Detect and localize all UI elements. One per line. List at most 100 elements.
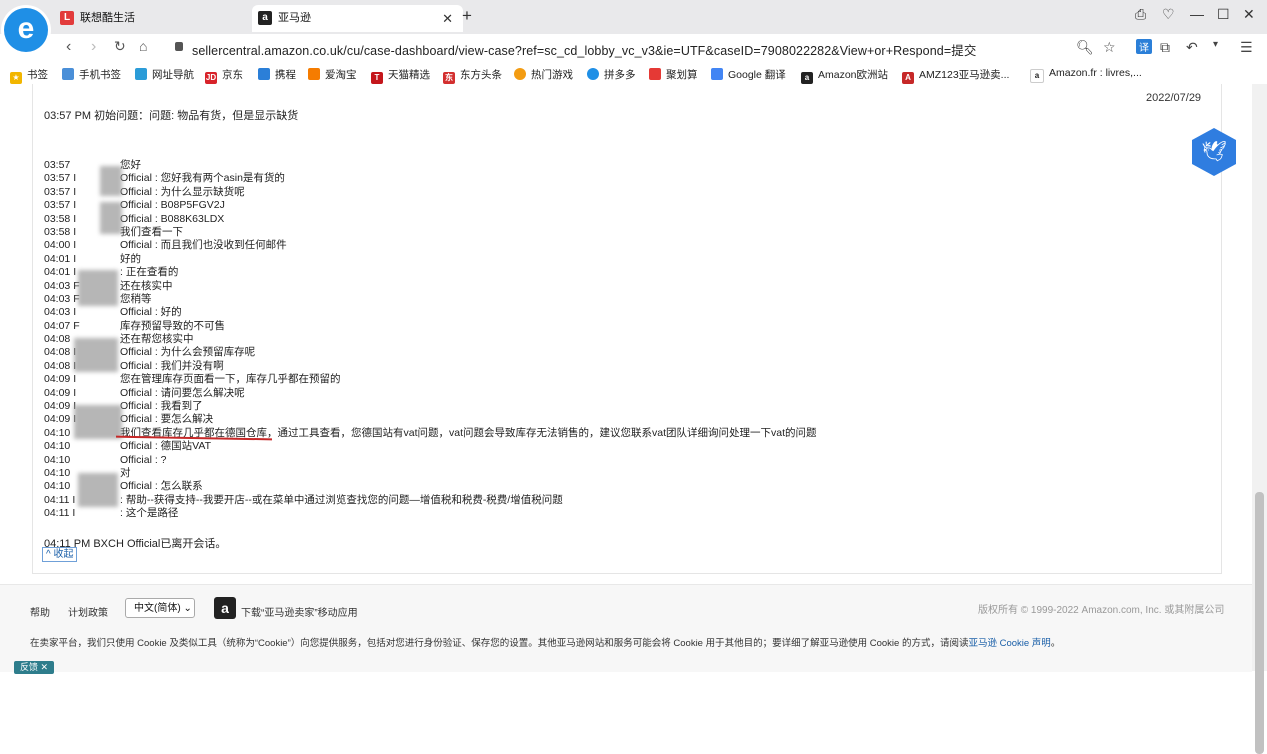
extensions-icon[interactable]: ⧉ xyxy=(1160,39,1170,56)
bookmark-item[interactable]: ★ 书签 xyxy=(10,67,48,84)
message-time: 03:58 I xyxy=(44,225,77,238)
language-select[interactable]: 中文(简体) ⌄ xyxy=(125,598,195,618)
cookie-notice: 在卖家平台，我们只使用 Cookie 及类似工具（统称为“Cookie”）向您提… xyxy=(30,638,1061,649)
help-link[interactable]: 帮助 xyxy=(30,604,50,619)
bookmark-item[interactable]: T 天猫精选 xyxy=(371,67,430,84)
bookmark-item[interactable]: 爱淘宝 xyxy=(308,67,357,82)
bookmark-item[interactable]: 携程 xyxy=(258,67,296,82)
message-text: Official : 而且我们也没收到任何邮件 xyxy=(120,239,287,252)
chat-message: 04:08 I Official : 我们并没有啊 xyxy=(44,360,944,373)
new-tab-icon[interactable]: + xyxy=(462,6,472,26)
tab-bar: L 联想酷生活 a 亚马逊 ✕ + ⎙ ♡ — ☐ ✕ xyxy=(0,0,1267,34)
bookmarks-bar: ★ 书签 手机书签 网址导航 JD 京东 携程 爱淘宝 T 天猫精选 东东方头条 热门… xyxy=(0,62,1267,85)
chat-message: 04:10 Official : ? xyxy=(44,454,944,467)
message-time: 03:57 I xyxy=(44,172,77,185)
menu-icon[interactable]: ☰ xyxy=(1240,39,1253,56)
home-icon[interactable]: ⌂ xyxy=(139,38,147,54)
message-time: 04:10 xyxy=(44,426,71,439)
chat-message: 03:57 您好 xyxy=(44,159,944,172)
bookmark-item[interactable]: Google 翻译 xyxy=(711,67,786,82)
bookmark-item[interactable]: 手机书签 xyxy=(62,67,121,82)
cookie-policy-link[interactable]: 亚马逊 Cookie 声明 xyxy=(968,638,1050,649)
translate-icon[interactable]: 译 xyxy=(1136,39,1152,54)
bookmark-item[interactable]: 聚划算 xyxy=(649,67,698,82)
message-time: 04:00 I xyxy=(44,239,77,252)
reload-icon[interactable]: ↻ xyxy=(114,38,126,55)
message-text: 您稍等 xyxy=(120,292,152,305)
bookmark-item[interactable]: 热门游戏 xyxy=(514,67,573,82)
scrollbar[interactable] xyxy=(1252,84,1267,754)
message-text: : 这个是路径 xyxy=(120,507,179,520)
shirt-icon[interactable]: ♡ xyxy=(1162,6,1175,23)
message-text: : 正在查看的 xyxy=(120,266,179,279)
message-text: Official : 德国站VAT xyxy=(120,440,212,453)
chat-message: 04:10 Official : 怎么联系 xyxy=(44,480,944,493)
message-text: Official : 为什么会预留库存呢 xyxy=(120,346,256,359)
chat-message: 04:00 I Official : 而且我们也没收到任何邮件 xyxy=(44,239,944,252)
message-text: 您好 xyxy=(120,159,141,171)
scrollbar-thumb[interactable] xyxy=(1255,492,1264,754)
chat-message: 04:03 F 还在核实中 xyxy=(44,280,944,293)
bookmark-item[interactable]: 拼多多 xyxy=(587,67,636,82)
chat-message: 03:57 I Official : 为什么显示缺货呢 xyxy=(44,186,944,199)
feedback-button[interactable]: 反馈 ✕ xyxy=(14,661,55,674)
zoom-search-icon[interactable]: 🔍︎ xyxy=(1076,39,1094,56)
game-icon xyxy=(514,68,526,80)
message-text: Official : 您好我有两个asin是有货的 xyxy=(120,172,285,185)
tab-amazon[interactable]: a 亚马逊 ✕ xyxy=(252,5,463,32)
dropdown-icon[interactable]: ▾ xyxy=(1213,39,1218,50)
tab-lenovo[interactable]: L 联想酷生活 xyxy=(56,5,252,32)
forward-icon[interactable]: › xyxy=(91,38,96,56)
amazon-icon: a xyxy=(258,11,272,26)
back-icon[interactable]: ‹ xyxy=(66,38,71,56)
browser-logo-icon[interactable]: e xyxy=(4,8,48,52)
redaction-blur xyxy=(74,338,118,372)
chat-message: 04:09 I Official : 要怎么解决 xyxy=(44,413,944,426)
message-time: 04:08 I xyxy=(44,346,77,359)
message-text: Official : 要怎么解决 xyxy=(120,413,214,426)
bookmark-item[interactable]: a Amazon欧洲站 xyxy=(801,67,888,84)
star-icon[interactable]: ☆ xyxy=(1103,39,1116,56)
message-text: 我们查看一下 xyxy=(120,225,183,238)
maximize-icon[interactable]: ☐ xyxy=(1217,6,1230,23)
message-time: 03:57 xyxy=(44,159,71,171)
message-time: 04:07 F xyxy=(44,319,80,332)
redaction-blur xyxy=(100,166,122,196)
redaction-blur xyxy=(78,473,118,507)
app-download-link[interactable]: 下载“亚马逊卖家”移动应用 xyxy=(241,604,358,619)
chat-message: 03:58 I Official : B088K63LDX xyxy=(44,213,944,226)
bookmark-item[interactable]: A AMZ123亚马逊卖... xyxy=(902,67,1009,84)
phone-icon xyxy=(62,68,74,80)
chevron-down-icon: ⌄ xyxy=(183,603,192,614)
lenovo-icon: L xyxy=(60,11,74,26)
message-text: Official : 好的 xyxy=(120,306,182,319)
chat-message: 04:08 还在帮您核实中 xyxy=(44,333,944,346)
undo-icon[interactable]: ↶ xyxy=(1186,39,1198,56)
bookmark-item[interactable]: 东东方头条 xyxy=(443,67,502,84)
chat-message: 04:01 I 好的 xyxy=(44,253,944,266)
chat-message: 04:11 I: 这个是路径 xyxy=(44,507,944,520)
bookmark-item[interactable]: JD 京东 xyxy=(205,67,243,84)
message-text: Official : B08P5FGV2J xyxy=(120,199,225,212)
close-tab-icon[interactable]: ✕ xyxy=(442,5,453,32)
message-time: 04:10 xyxy=(44,453,71,466)
amazon-app-icon[interactable]: a xyxy=(214,597,236,619)
chat-message: 03:57 I Official : B08P5FGV2J xyxy=(44,199,944,212)
minimize-icon[interactable]: — xyxy=(1190,6,1204,22)
chat-message: 04:07 F 库存预留导致的不可售 xyxy=(44,320,944,333)
print-icon[interactable]: ⎙ xyxy=(1135,6,1146,23)
message-time: 04:11 I xyxy=(44,493,76,506)
window-close-icon[interactable]: ✕ xyxy=(1243,6,1255,23)
bookmark-item[interactable]: 网址导航 xyxy=(135,67,194,82)
policy-link[interactable]: 计划政策 xyxy=(68,604,108,619)
initial-issue: 03:57 PM 初始问题：问题: 物品有货，但是显示缺货 xyxy=(44,110,299,122)
message-time: 04:03 F xyxy=(44,292,80,305)
bookmark-item[interactable]: a Amazon.fr : livres,... xyxy=(1030,67,1142,83)
amz123-icon: A xyxy=(902,72,914,84)
chat-message: 04:03 F 您稍等 xyxy=(44,293,944,306)
message-text: Official : 请问要怎么解决呢 xyxy=(120,386,245,399)
chat-message: 03:58 I 我们查看一下 xyxy=(44,226,944,239)
collapse-button[interactable]: ^ 收起 xyxy=(42,547,78,562)
url-field[interactable]: sellercentral.amazon.co.uk/cu/case-dashb… xyxy=(192,40,976,59)
message-time: 04:10 xyxy=(44,440,71,453)
